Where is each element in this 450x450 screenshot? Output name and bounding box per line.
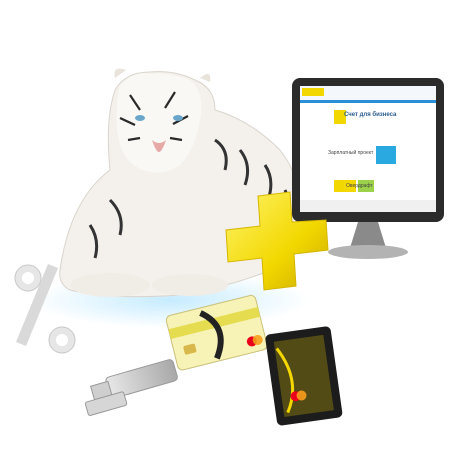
usb-flash-drive [84, 359, 178, 416]
bank-card-black [265, 326, 343, 426]
promo-scene [14, 68, 444, 426]
monitor-screen [300, 86, 436, 212]
